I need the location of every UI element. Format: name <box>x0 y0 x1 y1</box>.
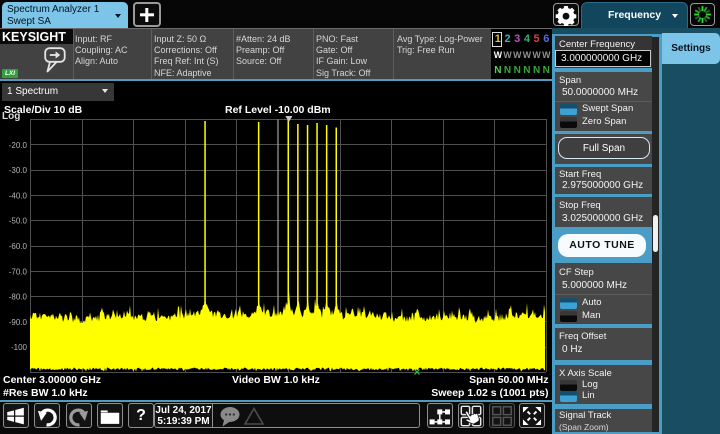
svg-text:-80.0: -80.0 <box>9 293 28 302</box>
svg-text:-60.0: -60.0 <box>9 242 28 251</box>
svg-text:-100: -100 <box>11 343 28 352</box>
svg-text:-30.0: -30.0 <box>9 166 28 175</box>
svg-text:-70.0: -70.0 <box>9 267 28 276</box>
svg-text:-40.0: -40.0 <box>9 191 28 200</box>
svg-text:-90.0: -90.0 <box>9 318 28 327</box>
svg-text:-50.0: -50.0 <box>9 217 28 226</box>
svg-text:-20.0: -20.0 <box>9 141 28 150</box>
